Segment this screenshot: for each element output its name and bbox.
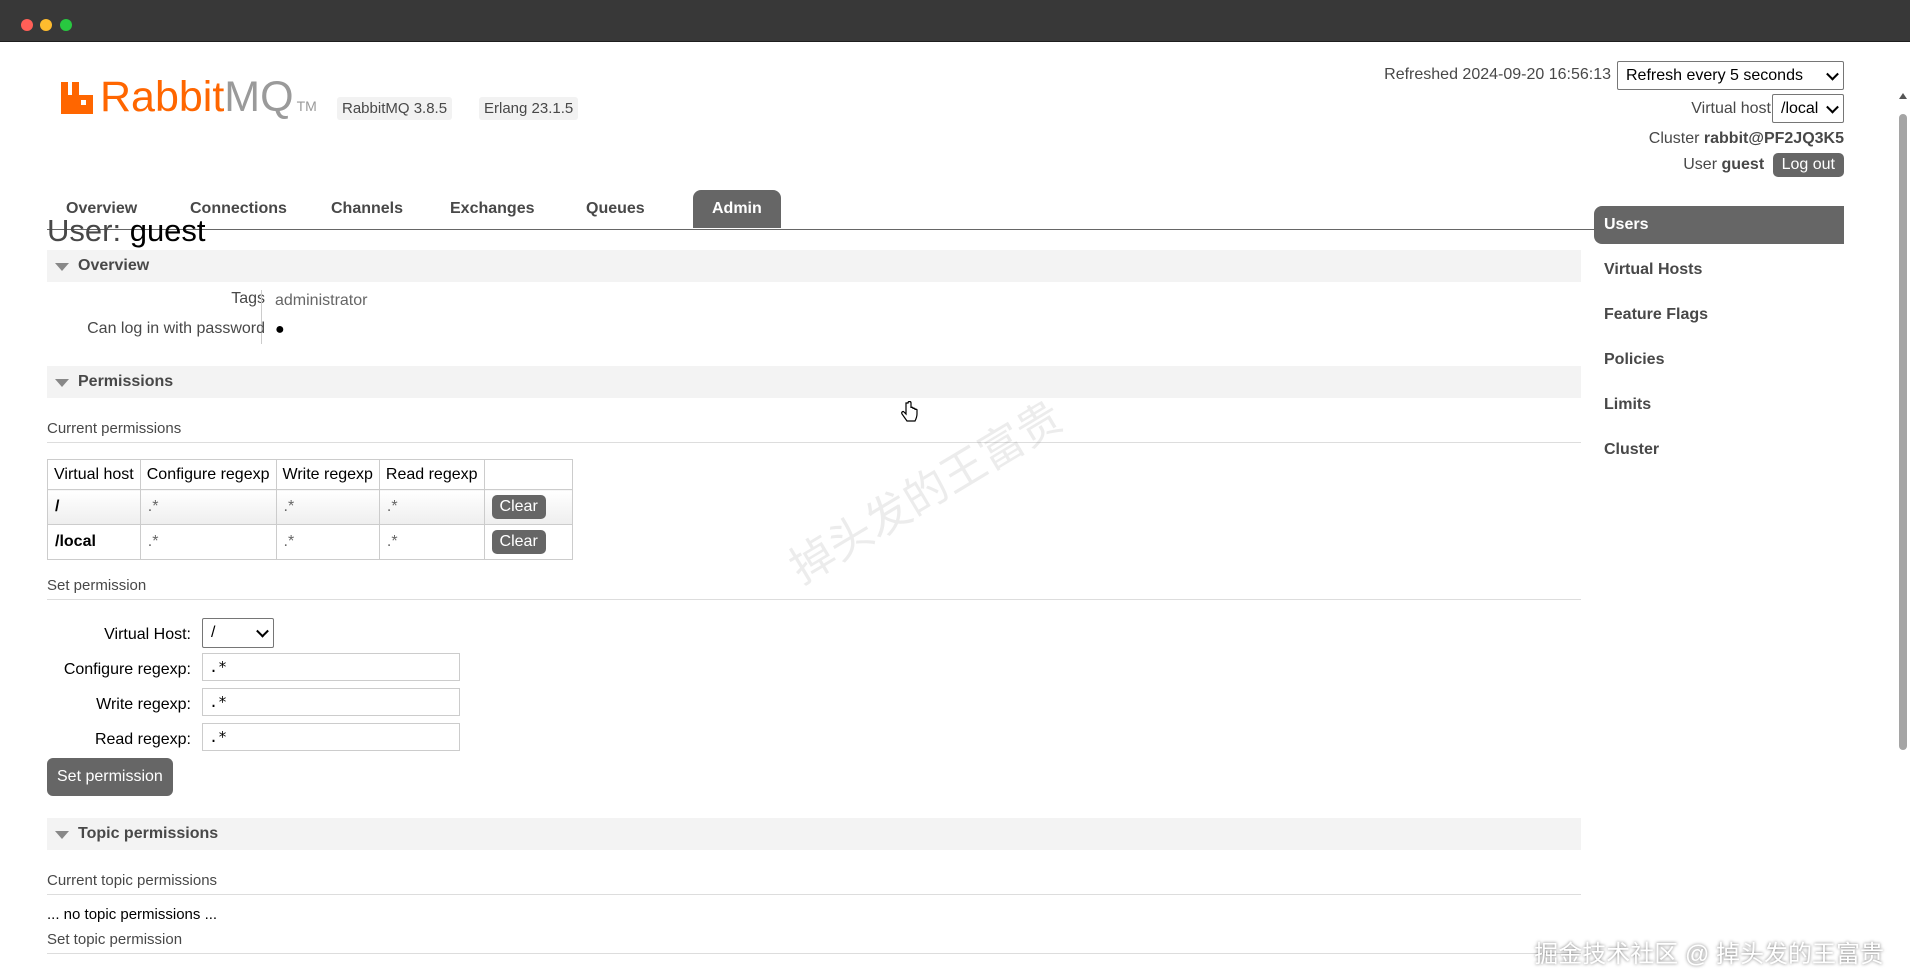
cluster-info: Cluster rabbit@PF2JQ3K5 bbox=[1649, 130, 1844, 148]
configure-regexp-input[interactable]: .* bbox=[202, 653, 460, 681]
zoom-window-button[interactable] bbox=[60, 19, 72, 31]
column-header: Read regexp bbox=[378, 459, 485, 490]
clear-permission-button[interactable]: Clear bbox=[491, 495, 546, 519]
tags-label: Tags bbox=[231, 290, 265, 307]
table-row: / .* .* .* Clear bbox=[47, 489, 573, 525]
sidebar-item-cluster[interactable]: Cluster bbox=[1594, 431, 1844, 469]
configure-cell: .* bbox=[139, 524, 277, 560]
page-title: User: guest bbox=[47, 212, 1581, 250]
refresh-interval-value: Refresh every 5 seconds bbox=[1626, 67, 1803, 84]
tags-value: administrator bbox=[275, 292, 368, 309]
window-titlebar bbox=[0, 0, 1910, 42]
current-permissions-heading: Current permissions bbox=[47, 416, 1581, 443]
write-form-row: Write regexp: .* bbox=[47, 688, 1581, 723]
set-permission-button[interactable]: Set permission bbox=[47, 758, 173, 796]
credit-watermark: 掘金技术社区 @ 掉头发的王富贵 bbox=[1534, 941, 1884, 968]
overview-section-toggle[interactable]: Overview bbox=[47, 250, 1581, 282]
current-topic-permissions-heading: Current topic permissions bbox=[47, 868, 1581, 895]
action-cell: Clear bbox=[483, 489, 573, 525]
vhost-field-value: / bbox=[211, 624, 216, 641]
admin-sidebar: Users Virtual Hosts Feature Flags Polici… bbox=[1594, 206, 1844, 476]
write-regexp-input[interactable]: .* bbox=[202, 688, 460, 716]
collapse-triangle-icon bbox=[55, 831, 69, 839]
read-field-label: Read regexp: bbox=[94, 731, 191, 748]
page-title-prefix: User: bbox=[47, 213, 122, 248]
column-header: Virtual host bbox=[47, 459, 141, 490]
refresh-interval-select[interactable]: Refresh every 5 seconds bbox=[1617, 61, 1844, 90]
table-header-row: Virtual host Configure regexp Write rege… bbox=[47, 459, 573, 490]
chevron-down-icon bbox=[1826, 100, 1839, 114]
erlang-version: Erlang 23.1.5 bbox=[479, 97, 579, 120]
permissions-heading: Permissions bbox=[78, 373, 174, 390]
virtual-host-select[interactable]: /local bbox=[1772, 94, 1844, 123]
clear-permission-button[interactable]: Clear bbox=[491, 530, 546, 554]
sidebar-item-limits[interactable]: Limits bbox=[1594, 386, 1844, 424]
vhost-field-label: Virtual Host: bbox=[104, 626, 191, 643]
no-topic-permissions-text: ... no topic permissions ... bbox=[47, 906, 218, 923]
write-field-label: Write regexp: bbox=[96, 696, 191, 713]
vhost-cell: / bbox=[47, 489, 141, 525]
read-regexp-input[interactable]: .* bbox=[202, 723, 460, 751]
refreshed-timestamp: Refreshed 2024-09-20 16:56:13 bbox=[1384, 66, 1611, 83]
set-permission-heading: Set permission bbox=[47, 573, 1581, 600]
rabbitmq-version: RabbitMQ 3.8.5 bbox=[337, 97, 453, 120]
configure-field-label: Configure regexp: bbox=[63, 661, 191, 678]
cluster-label: Cluster bbox=[1648, 130, 1700, 147]
table-row: /local .* .* .* Clear bbox=[47, 524, 573, 560]
logo-wordmark: RabbitMQ TM bbox=[100, 73, 317, 121]
vhost-cell: /local bbox=[47, 524, 141, 560]
column-header-actions bbox=[483, 459, 573, 490]
read-cell: .* bbox=[378, 524, 485, 560]
chevron-down-icon bbox=[1826, 67, 1839, 81]
overview-heading: Overview bbox=[78, 257, 150, 274]
read-form-row: Read regexp: .* bbox=[47, 723, 1581, 758]
password-login-label: Can log in with password bbox=[87, 320, 265, 337]
permissions-section-toggle[interactable]: Permissions bbox=[47, 366, 1581, 398]
sidebar-item-users[interactable]: Users bbox=[1594, 206, 1844, 244]
column-header: Configure regexp bbox=[139, 459, 277, 490]
write-cell: .* bbox=[275, 524, 380, 560]
scroll-up-arrow-icon[interactable] bbox=[1899, 93, 1907, 99]
topic-permissions-heading: Topic permissions bbox=[78, 825, 219, 842]
collapse-triangle-icon bbox=[55, 379, 69, 387]
topic-permissions-section-toggle[interactable]: Topic permissions bbox=[47, 818, 1581, 850]
minimize-window-button[interactable] bbox=[40, 19, 52, 31]
vhost-form-row: Virtual Host: / bbox=[47, 618, 1581, 653]
sidebar-item-policies[interactable]: Policies bbox=[1594, 341, 1844, 379]
virtual-host-label: Virtual host bbox=[1691, 100, 1771, 117]
sidebar-item-virtual-hosts[interactable]: Virtual Hosts bbox=[1594, 251, 1844, 289]
configure-cell: .* bbox=[139, 489, 277, 525]
page: RabbitMQ TM RabbitMQ 3.8.5 Erlang 23.1.5 … bbox=[0, 42, 1910, 975]
main-content: User: guest Overview Tags administrator … bbox=[47, 212, 1581, 954]
vhost-field-select[interactable]: / bbox=[202, 618, 274, 648]
virtual-host-value: /local bbox=[1781, 100, 1819, 117]
cluster-name: rabbit@PF2JQ3K5 bbox=[1703, 130, 1844, 147]
page-title-user: guest bbox=[129, 213, 206, 248]
action-cell: Clear bbox=[483, 524, 573, 560]
read-cell: .* bbox=[378, 489, 485, 525]
column-header: Write regexp bbox=[275, 459, 380, 490]
set-topic-permission-heading: Set topic permission bbox=[47, 927, 1581, 954]
vertical-scrollbar[interactable] bbox=[1899, 114, 1907, 750]
write-cell: .* bbox=[275, 489, 380, 525]
permissions-table: Virtual host Configure regexp Write rege… bbox=[47, 459, 573, 560]
rabbit-logo-icon bbox=[61, 82, 93, 114]
close-window-button[interactable] bbox=[21, 19, 33, 31]
user-facts: Tags administrator Can log in with passw… bbox=[47, 282, 1581, 366]
chevron-down-icon bbox=[256, 624, 269, 638]
collapse-triangle-icon bbox=[55, 263, 69, 271]
configure-form-row: Configure regexp: .* bbox=[47, 653, 1581, 688]
password-login-value: ● bbox=[275, 321, 285, 338]
hand-pointer-icon bbox=[901, 401, 918, 422]
sidebar-item-feature-flags[interactable]: Feature Flags bbox=[1594, 296, 1844, 334]
